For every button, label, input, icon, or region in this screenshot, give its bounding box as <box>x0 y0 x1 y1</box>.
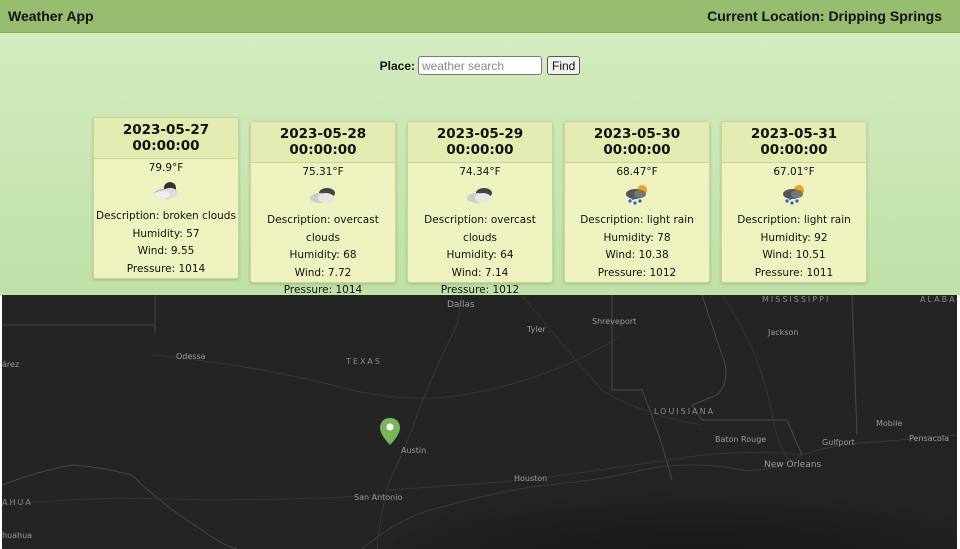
forecast-time: 00:00:00 <box>446 142 514 158</box>
forecast-humidity: Humidity: 64 <box>446 249 514 261</box>
forecast-card: 2023-05-30 00:00:00 68.47°F Description: li… <box>564 121 710 283</box>
light-rain-icon <box>565 178 709 212</box>
place-label: Place: <box>379 58 415 73</box>
forecast-card: 2023-05-28 00:00:00 75.31°F Description: ov… <box>250 121 396 296</box>
forecast-temperature: 75.31°F <box>302 166 344 178</box>
header-bar: Weather App Current Location: Dripping S… <box>0 0 960 33</box>
forecast-wind: Wind: 7.14 <box>451 266 509 279</box>
map-label-new-orleans: New Orleans <box>764 460 822 470</box>
forecast-date-header: 2023-05-31 00:00:00 <box>722 122 866 163</box>
forecast-wind: Wind: 9.55 <box>137 245 195 257</box>
forecast-time: 00:00:00 <box>132 138 200 154</box>
overcast-clouds-icon <box>408 178 552 212</box>
map-label-chihuahua-city: huahua <box>2 531 33 540</box>
forecast-date-header: 2023-05-28 00:00:00 <box>251 122 395 163</box>
map[interactable]: Dallas Shreveport Tyler Jackson MISSISSI… <box>2 295 957 549</box>
forecast-date: 2023-05-29 <box>436 126 524 142</box>
forecast-wind: Wind: 10.51 <box>762 249 826 261</box>
light-rain-icon <box>722 178 866 212</box>
forecast-humidity: Humidity: 68 <box>289 249 357 261</box>
forecast-time: 00:00:00 <box>289 142 357 158</box>
forecast-card: 2023-05-31 00:00:00 67.01°F Description: li… <box>721 121 867 283</box>
forecast-pressure: Pressure: 1012 <box>597 266 677 279</box>
forecast-description: Description: light rain <box>737 214 851 226</box>
forecast-description: Description: light rain <box>580 214 694 226</box>
map-label-texas: TEXAS <box>346 357 382 366</box>
forecast-date: 2023-05-27 <box>122 122 210 138</box>
forecast-date-header: 2023-05-27 00:00:00 <box>94 118 238 159</box>
forecast-humidity: Humidity: 92 <box>760 231 828 244</box>
map-label-louisiana: LOUISIANA <box>654 407 716 416</box>
map-canvas <box>2 295 957 549</box>
forecast-humidity: Humidity: 57 <box>132 227 200 240</box>
overcast-clouds-icon <box>251 178 395 212</box>
forecast-temperature: 68.47°F <box>616 166 658 178</box>
map-label-mississippi: MISSISSIPPI <box>762 295 831 304</box>
map-label-shreveport: Shreveport <box>592 317 637 326</box>
forecast-description: Description: overcast clouds <box>424 214 536 244</box>
forecast-card: 2023-05-29 00:00:00 74.34°F Description: ov… <box>407 121 553 296</box>
map-label-alabama: ALABAM <box>920 295 957 304</box>
forecast-pressure: Pressure: 1014 <box>126 262 206 275</box>
forecast-date: 2023-05-30 <box>593 126 681 142</box>
forecast-wind: Wind: 10.38 <box>605 249 669 261</box>
forecast-temperature: 74.34°F <box>459 166 501 178</box>
forecast-time: 00:00:00 <box>603 142 671 158</box>
map-label-mobile: Mobile <box>876 419 903 428</box>
forecast-date: 2023-05-31 <box>750 126 838 142</box>
forecast-temperature: 79.9°F <box>148 162 184 174</box>
forecast-date: 2023-05-28 <box>279 126 367 142</box>
map-label-odessa: Odessa <box>176 352 206 361</box>
forecast-humidity: Humidity: 78 <box>603 231 671 244</box>
find-button[interactable]: Find <box>547 56 581 75</box>
map-label-jackson: Jackson <box>768 328 799 337</box>
map-label-chihuahua-state: AHUA <box>2 498 33 507</box>
map-label-tyler: Tyler <box>527 325 546 334</box>
map-label-san-antonio: San Antonio <box>354 493 403 502</box>
map-label-dallas: Dallas <box>447 300 475 310</box>
map-label-gulfport: Gulfport <box>822 438 855 447</box>
forecast-temperature: 67.01°F <box>773 166 815 178</box>
map-label-pensacola: Pensacola <box>909 434 950 443</box>
forecast-date-header: 2023-05-29 00:00:00 <box>408 122 552 163</box>
forecast-time: 00:00:00 <box>760 142 828 158</box>
forecast-pressure: Pressure: 1011 <box>754 266 834 279</box>
current-location: Current Location: Dripping Springs <box>707 8 942 24</box>
weather-panel: Place: Find 2023-05-2700:00:0079.9°FDesc… <box>0 33 960 296</box>
forecast-date-header: 2023-05-30 00:00:00 <box>565 122 709 163</box>
search-input[interactable] <box>418 56 542 75</box>
map-label-houston: Houston <box>514 474 548 483</box>
forecast-wind: Wind: 7.72 <box>294 266 352 279</box>
search-form: Place: Find <box>0 56 960 75</box>
forecast-description: Description: overcast clouds <box>267 214 379 244</box>
broken-clouds-icon <box>94 174 238 208</box>
forecast-description: Description: broken clouds <box>96 210 236 222</box>
forecast-card: 2023-05-27 00:00:00 79.9°F Description: bro… <box>93 117 239 279</box>
map-label-austin: Austin <box>401 446 427 455</box>
map-label-baton-rouge: Baton Rouge <box>715 435 767 444</box>
map-label-juarez: árez <box>2 360 20 369</box>
forecast-cards: 2023-05-27 00:00:00 79.9°F Description: bro… <box>93 117 873 296</box>
app-title: Weather App <box>8 8 94 24</box>
